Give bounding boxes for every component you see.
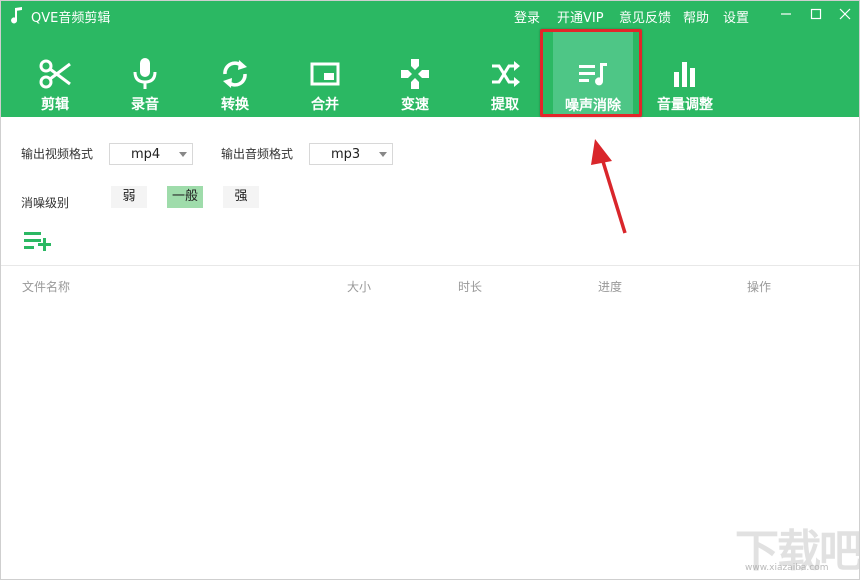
close-icon [839,8,851,20]
video-format-label: 输出视频格式 [21,147,94,161]
tool-denoise[interactable]: 噪声消除 [553,31,633,117]
chevron-down-icon [179,152,187,157]
tool-convert-label: 转换 [221,97,249,113]
col-size: 大小 [347,280,372,294]
shuffle-icon [492,61,520,87]
chevron-down-icon [379,152,387,157]
playlist-note-icon [579,63,607,86]
minimize-icon [781,13,791,15]
col-filename: 文件名称 [22,280,71,294]
tool-record-label: 录音 [131,97,159,113]
level-normal-button[interactable]: 一般 [167,186,203,208]
table-divider [0,265,860,266]
watermark-text: 下载吧 [735,526,860,577]
audio-format-select[interactable]: mp3 [309,143,393,165]
tool-volume[interactable]: 音量调整 [645,54,725,114]
close-button[interactable] [834,3,856,25]
refresh-icon [223,60,247,88]
app-title: QVE音频剪辑 [31,11,111,26]
vip-link[interactable]: 开通VIP [557,7,604,26]
bar-chart-icon [674,62,695,87]
video-format-value: mp4 [131,147,161,162]
level-weak-button[interactable]: 弱 [111,186,147,208]
maximize-icon [810,8,822,20]
tool-cut-label: 剪辑 [41,97,69,113]
microphone-icon [133,58,157,89]
watermark: 下载吧 www.xiazaiba.com [735,515,860,577]
tool-speed[interactable]: 变速 [375,54,455,114]
login-link[interactable]: 登录 [514,7,540,26]
level-strong-button[interactable]: 强 [223,186,259,208]
tool-denoise-label: 噪声消除 [565,98,621,114]
tool-volume-label: 音量调整 [657,97,713,113]
maximize-button[interactable] [805,3,827,25]
red-arrow-annotation [591,139,627,234]
picture-in-picture-icon [310,62,340,86]
denoise-level-label: 消噪级别 [21,196,70,210]
add-file-icon[interactable] [24,230,52,252]
tool-speed-label: 变速 [401,97,429,113]
watermark-url: www.xiazaiba.com [745,563,829,573]
scissors-icon [39,59,71,89]
header-bar: QVE音频剪辑 登录 开通VIP 意见反馈 帮助 设置 剪辑 录音 转换 合并 … [0,0,860,117]
tool-merge-label: 合并 [311,97,339,113]
tool-convert[interactable]: 转换 [195,54,275,114]
tool-extract-label: 提取 [491,97,519,113]
audio-format-value: mp3 [331,147,361,162]
minimize-button[interactable] [775,3,797,25]
col-duration: 时长 [458,280,483,294]
col-actions: 操作 [747,280,772,294]
video-format-select[interactable]: mp4 [109,143,193,165]
feedback-link[interactable]: 意见反馈 [619,7,671,26]
help-link[interactable]: 帮助 [683,7,709,26]
settings-link[interactable]: 设置 [723,7,749,26]
col-progress: 进度 [598,280,623,294]
tool-extract[interactable]: 提取 [465,54,545,114]
music-note-icon [11,7,22,24]
dpad-icon [401,59,429,89]
audio-format-label: 输出音频格式 [221,147,294,161]
tool-cut[interactable]: 剪辑 [15,54,95,114]
tool-record[interactable]: 录音 [105,54,185,114]
tool-merge[interactable]: 合并 [285,54,365,114]
title-bar: QVE音频剪辑 登录 开通VIP 意见反馈 帮助 设置 [0,0,860,30]
